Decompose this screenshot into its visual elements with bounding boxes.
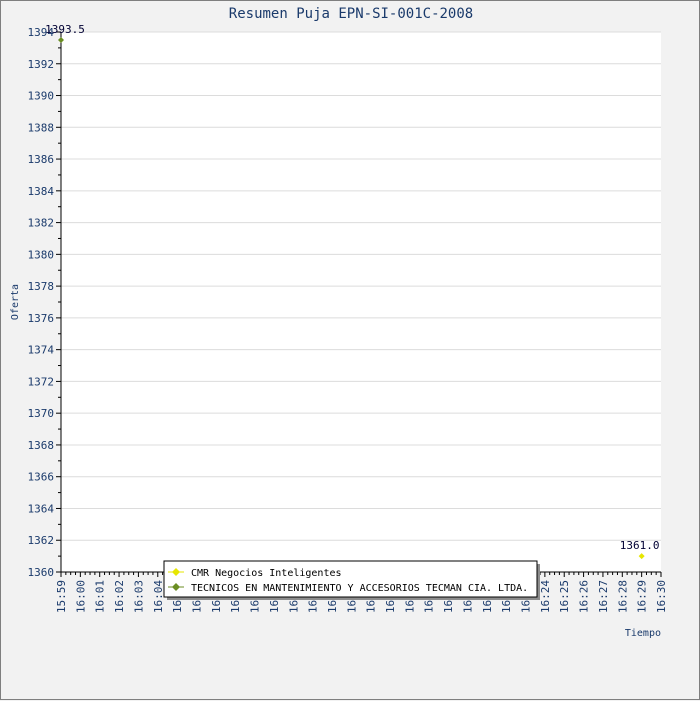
y-tick-label: 1364 bbox=[28, 502, 55, 515]
data-label: 1393.5 bbox=[45, 23, 85, 36]
x-tick-label: 16:27 bbox=[597, 580, 610, 613]
x-tick-label: 16:03 bbox=[132, 580, 145, 613]
y-tick-label: 1372 bbox=[28, 375, 55, 388]
y-tick-label: 1370 bbox=[28, 407, 55, 420]
y-tick-label: 1360 bbox=[28, 566, 55, 579]
x-tick-label: 15:59 bbox=[55, 580, 68, 613]
y-tick-label: 1380 bbox=[28, 248, 55, 261]
legend: CMR Negocios Inteligentes TECNICOS EN MAN… bbox=[163, 560, 540, 600]
x-tick-label: 16:30 bbox=[655, 580, 668, 613]
x-tick-label: 16:25 bbox=[558, 580, 571, 613]
y-tick-label: 1376 bbox=[28, 312, 55, 325]
y-tick-label: 1386 bbox=[28, 153, 55, 166]
x-tick-label: 16:04 bbox=[152, 580, 165, 613]
chart-frame: 1360 1362 1364 1366 1368 1370 1372 1374 1376 1378… bbox=[0, 0, 700, 700]
legend-label: TECNICOS EN MANTENIMIENTO Y ACCESORIOS T… bbox=[191, 583, 528, 594]
y-tick-label: 1378 bbox=[28, 280, 55, 293]
x-axis-label: Tiempo bbox=[625, 628, 661, 639]
x-tick-label: 16:28 bbox=[616, 580, 629, 613]
x-tick-label: 16:01 bbox=[94, 580, 107, 613]
y-tick-label: 1362 bbox=[28, 534, 55, 547]
x-tick-label: 16:02 bbox=[113, 580, 126, 613]
chart-svg: 1360 1362 1364 1366 1368 1370 1372 1374 1376 1378… bbox=[10, 6, 668, 639]
y-ticks: 1360 1362 1364 1366 1368 1370 1372 1374 1376 1378… bbox=[28, 26, 61, 579]
x-tick-label: 16:26 bbox=[578, 580, 591, 613]
data-label: 1361.0 bbox=[620, 539, 660, 552]
y-tick-label: 1374 bbox=[28, 344, 55, 357]
y-axis-label: Oferta bbox=[10, 284, 21, 320]
legend-label: CMR Negocios Inteligentes bbox=[191, 568, 342, 579]
y-tick-label: 1368 bbox=[28, 439, 55, 452]
x-tick-label: 16:29 bbox=[636, 580, 649, 613]
y-tick-label: 1392 bbox=[28, 58, 55, 71]
x-tick-label: 16:00 bbox=[74, 580, 87, 613]
y-tick-label: 1366 bbox=[28, 471, 55, 484]
chart-title: Resumen Puja EPN-SI-001C-2008 bbox=[229, 6, 473, 22]
y-tick-label: 1384 bbox=[28, 185, 55, 198]
plot-area bbox=[61, 32, 661, 572]
y-tick-label: 1390 bbox=[28, 90, 55, 103]
y-tick-label: 1382 bbox=[28, 217, 55, 230]
x-tick-label: 16:24 bbox=[539, 580, 552, 613]
y-tick-label: 1388 bbox=[28, 121, 55, 134]
